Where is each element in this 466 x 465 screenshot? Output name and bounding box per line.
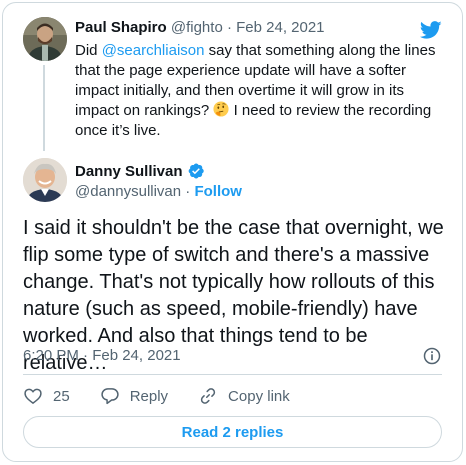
verified-badge-icon <box>188 163 204 179</box>
info-icon[interactable] <box>422 346 442 366</box>
thread-connector-line <box>43 65 45 151</box>
thinking-face-emoji-icon <box>213 101 229 117</box>
copy-link-button[interactable]: Copy link <box>198 386 290 406</box>
quoted-tweet-text: Did @searchliaison say that something al… <box>75 41 441 141</box>
tweet-author-name[interactable]: Danny Sullivan <box>75 162 205 180</box>
speech-bubble-icon <box>101 388 119 405</box>
quoted-text-start: Did <box>75 42 102 59</box>
embedded-tweet-card: Paul Shapiro @fighto · Feb 24, 2021 Did … <box>2 2 463 462</box>
tweet-timestamp[interactable]: 6:20 PM · Feb 24, 2021 <box>23 347 181 364</box>
author-name-text: Danny Sullivan <box>75 162 183 180</box>
mention-link[interactable]: @searchliaison <box>102 42 205 59</box>
quoted-author-handle[interactable]: @fighto <box>171 19 223 36</box>
avatar[interactable] <box>23 158 67 202</box>
link-icon <box>200 388 216 404</box>
heart-icon <box>24 388 42 405</box>
twitter-bird-icon[interactable] <box>418 19 444 41</box>
quoted-tweet-header: Paul Shapiro @fighto · Feb 24, 2021 <box>75 19 325 36</box>
tweet-actions: 25 Reply Copy link <box>23 386 320 406</box>
handle-separator: · <box>181 183 195 200</box>
reply-button[interactable]: Reply <box>100 386 168 406</box>
read-replies-button[interactable]: Read 2 replies <box>23 416 442 448</box>
meta-separator: · <box>222 19 237 36</box>
quoted-tweet-date[interactable]: Feb 24, 2021 <box>236 19 324 36</box>
like-count: 25 <box>53 387 70 405</box>
follow-button[interactable]: Follow <box>194 183 242 200</box>
copy-link-label: Copy link <box>228 387 290 405</box>
like-button[interactable]: 25 <box>23 386 70 406</box>
author-handle[interactable]: @dannysullivan <box>75 183 181 200</box>
reply-label: Reply <box>129 387 169 405</box>
avatar-paul-shapiro-image <box>23 17 67 61</box>
divider <box>23 374 442 375</box>
tweet-author-handle-row: @dannysullivan · Follow <box>75 183 242 200</box>
quoted-author-name[interactable]: Paul Shapiro <box>75 19 167 36</box>
avatar-danny-sullivan-image <box>23 158 67 202</box>
avatar[interactable] <box>23 17 67 61</box>
